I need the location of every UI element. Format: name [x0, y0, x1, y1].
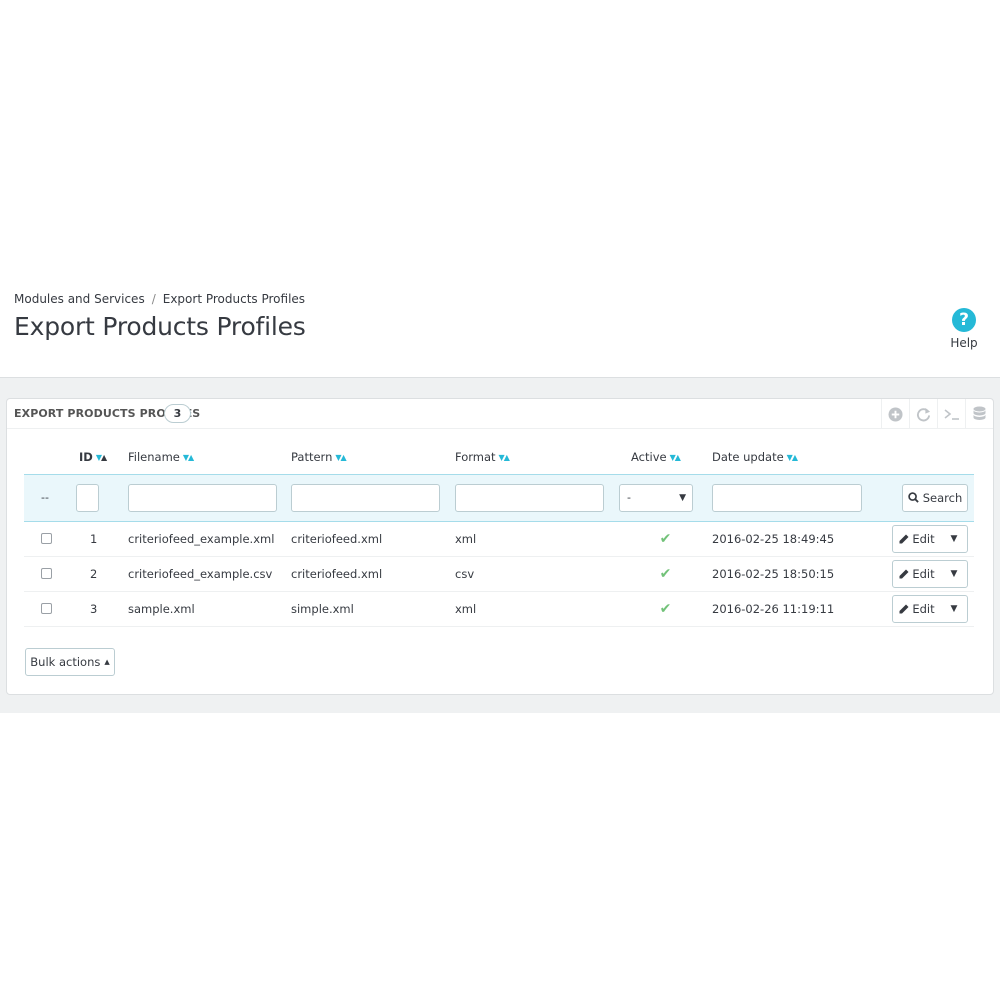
add-icon — [888, 406, 903, 422]
filter-pattern-input[interactable] — [291, 483, 440, 512]
filter-filename-input[interactable] — [128, 483, 277, 512]
search-button[interactable]: Search — [902, 483, 968, 512]
breadcrumb-parent-link[interactable]: Modules and Services — [14, 292, 145, 306]
edit-button[interactable]: Edit — [893, 526, 941, 552]
cell-id: 3 — [90, 601, 98, 616]
cell-filename: criteriofeed_example.csv — [128, 566, 273, 581]
caret-down-icon: ▼ — [950, 568, 958, 579]
edit-button[interactable]: Edit — [893, 596, 941, 622]
pencil-icon — [899, 569, 909, 578]
cell-pattern: criteriofeed.xml — [291, 531, 383, 546]
sort-arrows-icon[interactable]: ▼▲ — [499, 453, 510, 462]
panel-heading: EXPORT PRODUCTS PROFILES 3 — [7, 399, 993, 429]
breadcrumb: Modules and Services / Export Products Pro… — [14, 292, 305, 306]
content-area: EXPORT PRODUCTS PROFILES 3 ID ▼▲ Filenam… — [0, 377, 1000, 713]
active-check-icon[interactable]: ✔ — [660, 601, 672, 617]
cell-date-update: 2016-02-25 18:50:15 — [712, 566, 835, 581]
table-row[interactable]: 1 criteriofeed_example.xml criteriofeed.… — [24, 521, 974, 556]
pencil-icon — [899, 534, 909, 543]
refresh-list-button[interactable] — [909, 399, 937, 429]
breadcrumb-current: Export Products Profiles — [162, 292, 306, 306]
sort-arrows-icon[interactable]: ▼▲ — [96, 453, 107, 462]
cell-id: 1 — [90, 531, 98, 546]
filter-bulk-placeholder: -- — [41, 491, 49, 504]
sort-arrows-icon[interactable]: ▼▲ — [670, 453, 681, 462]
breadcrumb-separator: / — [151, 292, 156, 306]
edit-button-group: Edit ▼ — [892, 524, 968, 553]
row-actions-dropdown[interactable]: ▼ — [941, 561, 967, 587]
cell-format: csv — [455, 566, 475, 581]
caret-up-icon: ▲ — [104, 658, 110, 666]
sort-arrows-icon[interactable]: ▼▲ — [183, 453, 194, 462]
database-icon — [973, 406, 986, 420]
table-row[interactable]: 2 criteriofeed_example.csv criteriofeed.… — [24, 556, 974, 591]
row-checkbox[interactable] — [41, 603, 52, 614]
profiles-table: ID ▼▲ Filename ▼▲ Pattern ▼▲ Format ▼▲ Activ… — [24, 441, 974, 627]
row-checkbox[interactable] — [41, 568, 52, 579]
edit-button[interactable]: Edit — [893, 561, 941, 587]
column-header-filename: Filename ▼▲ — [128, 450, 194, 465]
cell-pattern: simple.xml — [291, 601, 354, 616]
cell-filename: sample.xml — [128, 601, 195, 616]
page-title: Export Products Profiles — [14, 312, 306, 341]
active-check-icon[interactable]: ✔ — [660, 531, 672, 547]
refresh-icon — [917, 407, 931, 421]
panel-toolbar — [881, 399, 993, 429]
edit-button-group: Edit ▼ — [892, 559, 968, 588]
cell-pattern: criteriofeed.xml — [291, 566, 383, 581]
add-new-button[interactable] — [881, 399, 909, 429]
row-actions-dropdown[interactable]: ▼ — [941, 526, 967, 552]
edit-button-group: Edit ▼ — [892, 594, 968, 623]
page-header: Modules and Services / Export Products Pro… — [0, 280, 1000, 378]
show-sql-button[interactable] — [937, 399, 965, 429]
help-label: Help — [950, 336, 978, 350]
pencil-icon — [899, 604, 909, 613]
table-header-row: ID ▼▲ Filename ▼▲ Pattern ▼▲ Format ▼▲ Activ… — [24, 441, 974, 474]
cell-filename: criteriofeed_example.xml — [128, 531, 275, 546]
filter-row: -- - ▼ Search — [24, 474, 974, 521]
filter-active-select[interactable]: - ▼ — [619, 483, 693, 512]
cell-format: xml — [455, 531, 477, 546]
row-actions-dropdown[interactable]: ▼ — [941, 596, 967, 622]
profiles-panel: EXPORT PRODUCTS PROFILES 3 ID ▼▲ Filenam… — [6, 398, 994, 695]
bulk-actions-button[interactable]: Bulk actions ▲ — [25, 648, 115, 676]
help-icon: ? — [952, 308, 976, 332]
sort-arrows-icon[interactable]: ▼▲ — [787, 453, 798, 462]
filter-format-input[interactable] — [455, 483, 604, 512]
filter-date-input[interactable] — [712, 483, 862, 512]
sort-arrows-icon[interactable]: ▼▲ — [335, 453, 346, 462]
table-row[interactable]: 3 sample.xml simple.xml xml ✔ 2016-02-26… — [24, 591, 974, 626]
column-header-id: ID ▼▲ — [79, 450, 107, 465]
caret-down-icon: ▼ — [950, 533, 958, 544]
count-badge: 3 — [164, 404, 191, 423]
cell-date-update: 2016-02-25 18:49:45 — [712, 531, 835, 546]
search-icon — [908, 492, 919, 503]
active-check-icon[interactable]: ✔ — [660, 566, 672, 582]
caret-down-icon: ▼ — [950, 603, 958, 614]
dropdown-arrow-icon: ▼ — [679, 492, 686, 503]
cell-date-update: 2016-02-26 11:19:11 — [712, 601, 835, 616]
column-header-date-update: Date update ▼▲ — [712, 450, 798, 465]
cell-id: 2 — [90, 566, 98, 581]
terminal-icon — [944, 409, 959, 420]
filter-id-input[interactable] — [76, 483, 99, 512]
cell-format: xml — [455, 601, 477, 616]
column-header-pattern: Pattern ▼▲ — [291, 450, 347, 465]
export-sql-manager-button[interactable] — [965, 399, 993, 429]
help-button[interactable]: ? Help — [940, 308, 988, 350]
column-header-format: Format ▼▲ — [455, 450, 510, 465]
row-checkbox[interactable] — [41, 533, 52, 544]
column-header-active: Active ▼▲ — [631, 450, 681, 465]
